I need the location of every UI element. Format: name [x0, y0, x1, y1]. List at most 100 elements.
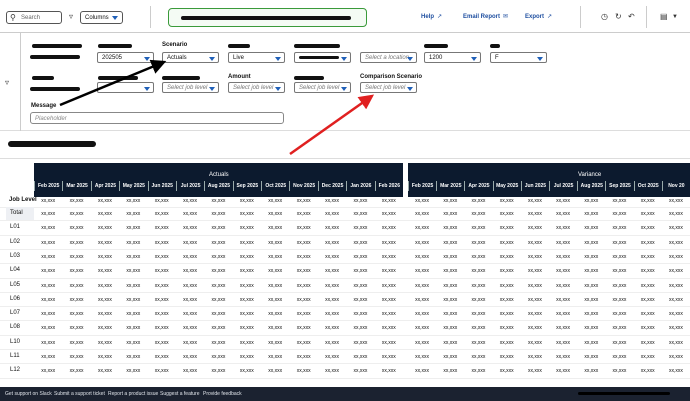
- table-cell[interactable]: xx,xxx: [521, 268, 549, 274]
- table-cell[interactable]: xx,xxx: [119, 354, 147, 360]
- table-cell[interactable]: xx,xxx: [261, 268, 289, 274]
- table-cell[interactable]: xx,xxx: [233, 283, 261, 289]
- table-cell[interactable]: xx,xxx: [261, 311, 289, 317]
- table-cell[interactable]: xx,xxx: [549, 225, 577, 231]
- table-cell[interactable]: xx,xxx: [436, 283, 464, 289]
- table-cell[interactable]: xx,xxx: [408, 268, 436, 274]
- table-cell[interactable]: xx,xxx: [577, 240, 605, 246]
- undo-icon[interactable]: ↶: [628, 12, 635, 21]
- footer-link-feedback[interactable]: Provide feedback: [203, 391, 242, 397]
- table-cell[interactable]: xx,xxx: [549, 297, 577, 303]
- table-cell[interactable]: xx,xxx: [318, 283, 346, 289]
- table-cell[interactable]: xx,xxx: [605, 240, 633, 246]
- table-cell[interactable]: xx,xxx: [375, 311, 403, 317]
- table-cell[interactable]: xx,xxx: [577, 254, 605, 260]
- table-cell[interactable]: xx,xxx: [634, 240, 662, 246]
- redacted-job-select[interactable]: Select job level: [294, 82, 351, 93]
- table-cell[interactable]: xx,xxx: [464, 354, 492, 360]
- table-cell[interactable]: xx,xxx: [119, 368, 147, 374]
- table-cell[interactable]: xx,xxx: [233, 211, 261, 217]
- table-cell[interactable]: xx,xxx: [34, 325, 62, 331]
- table-cell[interactable]: xx,xxx: [521, 297, 549, 303]
- table-cell[interactable]: xx,xxx: [464, 311, 492, 317]
- table-cell[interactable]: xx,xxx: [34, 297, 62, 303]
- table-cell[interactable]: xx,xxx: [34, 254, 62, 260]
- table-cell[interactable]: xx,xxx: [233, 254, 261, 260]
- table-cell[interactable]: xx,xxx: [549, 325, 577, 331]
- table-cell[interactable]: xx,xxx: [34, 311, 62, 317]
- table-cell[interactable]: xx,xxx: [176, 311, 204, 317]
- table-cell[interactable]: xx,xxx: [289, 297, 317, 303]
- table-cell[interactable]: xx,xxx: [289, 340, 317, 346]
- table-cell[interactable]: xx,xxx: [408, 297, 436, 303]
- table-cell[interactable]: xx,xxx: [204, 254, 232, 260]
- filter-panel-icon[interactable]: ▿: [5, 78, 9, 87]
- redacted-select[interactable]: [294, 52, 351, 63]
- month-header[interactable]: Feb 2026: [374, 181, 403, 191]
- table-cell[interactable]: xx,xxx: [634, 268, 662, 274]
- table-cell[interactable]: xx,xxx: [521, 368, 549, 374]
- table-cell[interactable]: xx,xxx: [493, 325, 521, 331]
- history-icon[interactable]: ◷: [601, 12, 608, 21]
- table-cell[interactable]: xx,xxx: [233, 225, 261, 231]
- table-cell[interactable]: xx,xxx: [119, 325, 147, 331]
- footer-link-slack[interactable]: Get support on Slack: [5, 391, 52, 397]
- refresh-icon[interactable]: ↻: [615, 12, 622, 21]
- table-cell[interactable]: xx,xxx: [148, 254, 176, 260]
- month-header[interactable]: Mar 2025: [436, 181, 464, 191]
- table-cell[interactable]: xx,xxx: [62, 311, 90, 317]
- table-cell[interactable]: xx,xxx: [634, 225, 662, 231]
- table-cell[interactable]: xx,xxx: [408, 340, 436, 346]
- table-cell[interactable]: xx,xxx: [577, 283, 605, 289]
- month-header[interactable]: Jan 2026: [346, 181, 374, 191]
- save-icon[interactable]: ▤: [660, 12, 668, 21]
- table-cell[interactable]: xx,xxx: [176, 354, 204, 360]
- table-cell[interactable]: xx,xxx: [289, 311, 317, 317]
- table-cell[interactable]: xx,xxx: [261, 240, 289, 246]
- table-cell[interactable]: xx,xxx: [204, 268, 232, 274]
- table-cell[interactable]: xx,xxx: [436, 240, 464, 246]
- table-cell[interactable]: xx,xxx: [289, 325, 317, 331]
- table-cell[interactable]: xx,xxx: [261, 254, 289, 260]
- columns-dropdown[interactable]: Columns: [80, 11, 123, 24]
- table-cell[interactable]: xx,xxx: [233, 297, 261, 303]
- table-cell[interactable]: xx,xxx: [521, 225, 549, 231]
- table-cell[interactable]: xx,xxx: [261, 354, 289, 360]
- month-header[interactable]: Jul 2025: [175, 181, 204, 191]
- footer-link-ticket[interactable]: Submit a support ticket: [54, 391, 105, 397]
- table-cell[interactable]: xx,xxx: [318, 240, 346, 246]
- table-cell[interactable]: xx,xxx: [119, 254, 147, 260]
- table-cell[interactable]: xx,xxx: [34, 368, 62, 374]
- table-cell[interactable]: xx,xxx: [176, 340, 204, 346]
- table-cell[interactable]: xx,xxx: [119, 225, 147, 231]
- table-cell[interactable]: xx,xxx: [62, 354, 90, 360]
- table-cell[interactable]: xx,xxx: [605, 268, 633, 274]
- table-cell[interactable]: xx,xxx: [148, 354, 176, 360]
- table-cell[interactable]: xx,xxx: [493, 268, 521, 274]
- table-cell[interactable]: xx,xxx: [34, 225, 62, 231]
- table-cell[interactable]: xx,xxx: [62, 240, 90, 246]
- table-cell[interactable]: xx,xxx: [91, 340, 119, 346]
- table-cell[interactable]: xx,xxx: [493, 311, 521, 317]
- table-cell[interactable]: xx,xxx: [346, 297, 374, 303]
- table-cell[interactable]: xx,xxx: [261, 283, 289, 289]
- table-cell[interactable]: xx,xxx: [204, 340, 232, 346]
- table-cell[interactable]: xx,xxx: [605, 211, 633, 217]
- table-cell[interactable]: xx,xxx: [91, 297, 119, 303]
- table-cell[interactable]: xx,xxx: [261, 325, 289, 331]
- table-cell[interactable]: xx,xxx: [464, 268, 492, 274]
- table-cell[interactable]: xx,xxx: [549, 283, 577, 289]
- table-cell[interactable]: xx,xxx: [148, 283, 176, 289]
- table-cell[interactable]: xx,xxx: [549, 340, 577, 346]
- table-cell[interactable]: xx,xxx: [521, 340, 549, 346]
- table-cell[interactable]: xx,xxx: [464, 283, 492, 289]
- table-cell[interactable]: xx,xxx: [577, 354, 605, 360]
- table-cell[interactable]: xx,xxx: [34, 340, 62, 346]
- table-cell[interactable]: xx,xxx: [34, 240, 62, 246]
- table-cell[interactable]: xx,xxx: [289, 240, 317, 246]
- table-cell[interactable]: xx,xxx: [577, 211, 605, 217]
- month-header[interactable]: Nov 20: [661, 181, 690, 191]
- table-cell[interactable]: xx,xxx: [318, 340, 346, 346]
- table-cell[interactable]: xx,xxx: [464, 325, 492, 331]
- table-cell[interactable]: xx,xxx: [375, 211, 403, 217]
